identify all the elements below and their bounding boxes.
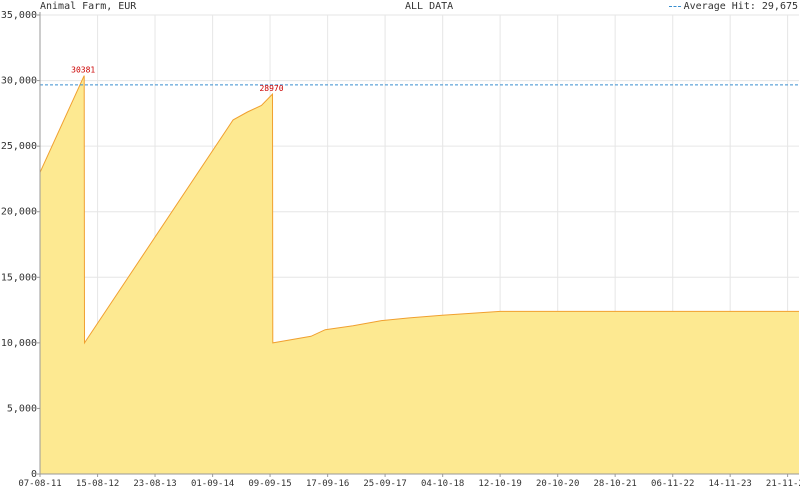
x-tick-label: 01-09-14 xyxy=(191,479,234,489)
x-tick-label: 25-09-17 xyxy=(363,479,406,489)
peak-label: 28970 xyxy=(259,84,283,93)
x-tick-label: 09-09-15 xyxy=(248,479,291,489)
x-tick-label: 15-08-12 xyxy=(76,479,119,489)
y-tick-label: 15,000 xyxy=(1,272,37,283)
x-tick-label: 23-08-13 xyxy=(133,479,176,489)
x-tick-label: 20-10-20 xyxy=(536,479,579,489)
jackpot-history-chart: Animal Farm, EUR ALL DATA Average Hit: 2… xyxy=(0,0,800,490)
y-tick-label: 5,000 xyxy=(7,403,37,414)
x-tick-label: 28-10-21 xyxy=(593,479,636,489)
y-tick-label: 35,000 xyxy=(1,10,37,21)
x-tick-label: 17-09-16 xyxy=(306,479,349,489)
y-tick-label: 20,000 xyxy=(1,207,37,218)
x-tick-label: 06-11-22 xyxy=(651,479,694,489)
peak-label: 30381 xyxy=(71,66,95,75)
series-area xyxy=(40,75,799,474)
x-tick-label: 04-10-18 xyxy=(421,479,464,489)
x-tick-label: 21-11-24 xyxy=(766,479,800,489)
y-tick-label: 25,000 xyxy=(1,141,37,152)
y-tick-label: 30,000 xyxy=(1,76,37,87)
x-tick-label: 07-08-11 xyxy=(18,479,61,489)
y-tick-label: 10,000 xyxy=(1,338,37,349)
chart-plot: Online-Jackpots.biz303812897005,00010,00… xyxy=(1,10,800,489)
x-tick-label: 12-10-19 xyxy=(478,479,521,489)
x-tick-label: 14-11-23 xyxy=(708,479,751,489)
